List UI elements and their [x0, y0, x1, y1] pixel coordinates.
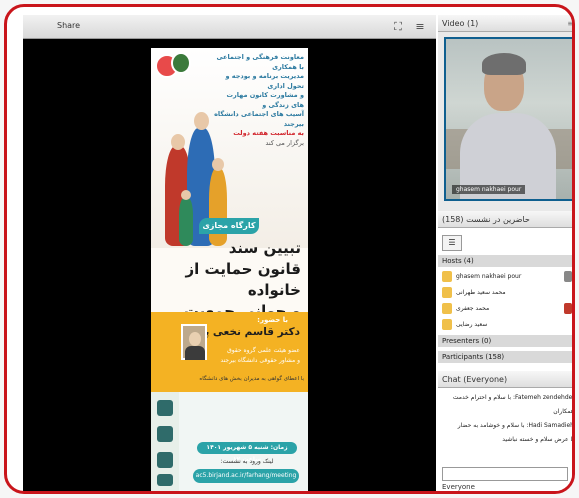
- attendees-pod-header: حاضرین در نشست (158): [438, 211, 572, 228]
- fullscreen-icon[interactable]: ⛶: [390, 19, 406, 35]
- meeting-url: ac5.birjand.ac.ir/farhang/meeting: [193, 469, 299, 483]
- speaker-name: دکتر قاسم نخعی پور: [192, 326, 300, 338]
- chat-message: با عرض سلام و خسته نباشید: [502, 436, 574, 443]
- hosts-label: Hosts (4): [442, 257, 474, 265]
- attendees-pod-title: حاضرین در نشست (158): [442, 215, 530, 224]
- poster-footer: زمان: شنبه ۵ شهریور ۱۴۰۱ ساعت ۱۲ لینک ور…: [151, 392, 308, 491]
- attendee-row[interactable]: ghasem nakhaei pour: [438, 269, 572, 284]
- sponsor-logo: [157, 426, 173, 442]
- presenters-section[interactable]: Presenters (0): [438, 335, 572, 347]
- attendee-row[interactable]: سعید رضایی: [438, 317, 572, 332]
- event-logo: [171, 52, 191, 74]
- user-icon: [442, 271, 452, 282]
- by-label: با حضور:: [257, 316, 288, 324]
- speaker-photo: [181, 324, 207, 360]
- sponsor-logo: [157, 400, 173, 416]
- speaker-info-line: عضو هیئت علمی گروه حقوق: [227, 347, 300, 354]
- sponsor-logos: [151, 392, 179, 491]
- speaker-info: عضو هیئت علمی گروه حقوق و مشاور حقوقی دا…: [200, 346, 300, 366]
- chat-messages: Fatemeh zendehdel: با سلام و احترام خدمت…: [438, 389, 574, 449]
- participants-section[interactable]: Participants (158): [438, 351, 572, 363]
- speaker-box: با حضور: دکتر قاسم نخعی پور عضو هیئت علم…: [151, 312, 308, 392]
- intro-line: معاونت فرهنگی و اجتماعی با همکاری: [216, 53, 304, 71]
- speaker-info-line: و مشاور حقوقی دانشگاه بیرجند: [220, 357, 300, 364]
- chat-pod: Chat (Everyone) Fatemeh zendehdel: با سل…: [438, 371, 574, 491]
- attendee-name: محمد جعفری: [456, 305, 490, 312]
- link-label: لینک ورود به نشست:: [220, 458, 274, 465]
- share-pod: Share ⛶ ≡ معاونت فرهنگی و اجتماعی با همک…: [23, 15, 436, 491]
- video-feed: ghasem nakhaei pour: [444, 37, 572, 201]
- right-pods-column: Video (1) ≡ ghasem nakhaei pour حاضرین د…: [438, 15, 574, 491]
- chat-recipient-select[interactable]: Everyone: [442, 483, 475, 491]
- title-line: تبیین سند: [228, 239, 301, 257]
- attendee-name: سعید رضایی: [456, 321, 488, 328]
- presenter-video: [446, 39, 572, 199]
- poster-header-area: معاونت فرهنگی و اجتماعی با همکاری مدیریت…: [151, 48, 308, 248]
- certificate-note: با اعطای گواهی به مدیران بخش های دانشگاه: [199, 376, 304, 382]
- status-icon: [564, 271, 572, 282]
- user-icon: [442, 303, 452, 314]
- chat-input[interactable]: [442, 467, 568, 481]
- event-date: زمان: شنبه ۵ شهریور ۱۴۰۱ ساعت ۱۲: [197, 442, 297, 463]
- chat-message: Fatemeh zendehdel: با سلام و احترام خدمت…: [452, 394, 574, 415]
- attendees-pod: حاضرین در نشست (158) ☰ Hosts (4) ghasem …: [438, 211, 572, 371]
- attendee-view-toggle[interactable]: ☰: [442, 235, 462, 251]
- chat-pod-header: Chat (Everyone): [438, 371, 572, 388]
- poster-title: تبیین سند قانون حمایت از خانواده و جوانی…: [163, 238, 301, 322]
- pod-menu-icon[interactable]: ≡: [412, 19, 428, 35]
- red-rounded-frame: Share ⛶ ≡ معاونت فرهنگی و اجتماعی با همک…: [4, 4, 575, 494]
- attendee-name: محمد سعید طهرانی: [456, 289, 506, 296]
- share-pod-title: Share: [57, 21, 81, 30]
- hosts-section[interactable]: Hosts (4): [438, 255, 572, 267]
- participants-label: Participants (158): [442, 353, 505, 361]
- intro-line: مدیریت برنامه و بودجه و تحول اداری: [225, 72, 304, 90]
- sponsor-logo: [157, 474, 173, 486]
- video-pod-title: Video (1): [442, 19, 479, 28]
- title-line: قانون حمایت از خانواده: [185, 260, 301, 299]
- workshop-label: کارگاه مجازی: [199, 218, 259, 234]
- attendee-row[interactable]: محمد سعید طهرانی: [438, 285, 572, 300]
- chat-message: Hadi Samadieh: با سلام و خوشامد به حضار: [457, 422, 574, 429]
- user-icon: [442, 287, 452, 298]
- user-icon: [442, 319, 452, 330]
- chat-pod-title: Chat (Everyone): [442, 375, 508, 384]
- presenters-label: Presenters (0): [442, 337, 492, 345]
- status-icon: [564, 303, 572, 314]
- share-pod-header: Share ⛶ ≡: [23, 15, 436, 39]
- attendee-row[interactable]: محمد جعفری: [438, 301, 572, 316]
- video-pod-header: Video (1) ≡: [438, 15, 572, 32]
- attendee-name: ghasem nakhaei pour: [456, 273, 522, 280]
- video-name-tag: ghasem nakhaei pour: [452, 185, 526, 194]
- pod-menu-icon[interactable]: ≡: [567, 15, 572, 32]
- sponsor-logo: [157, 452, 173, 468]
- event-poster: معاونت فرهنگی و اجتماعی با همکاری مدیریت…: [151, 48, 308, 491]
